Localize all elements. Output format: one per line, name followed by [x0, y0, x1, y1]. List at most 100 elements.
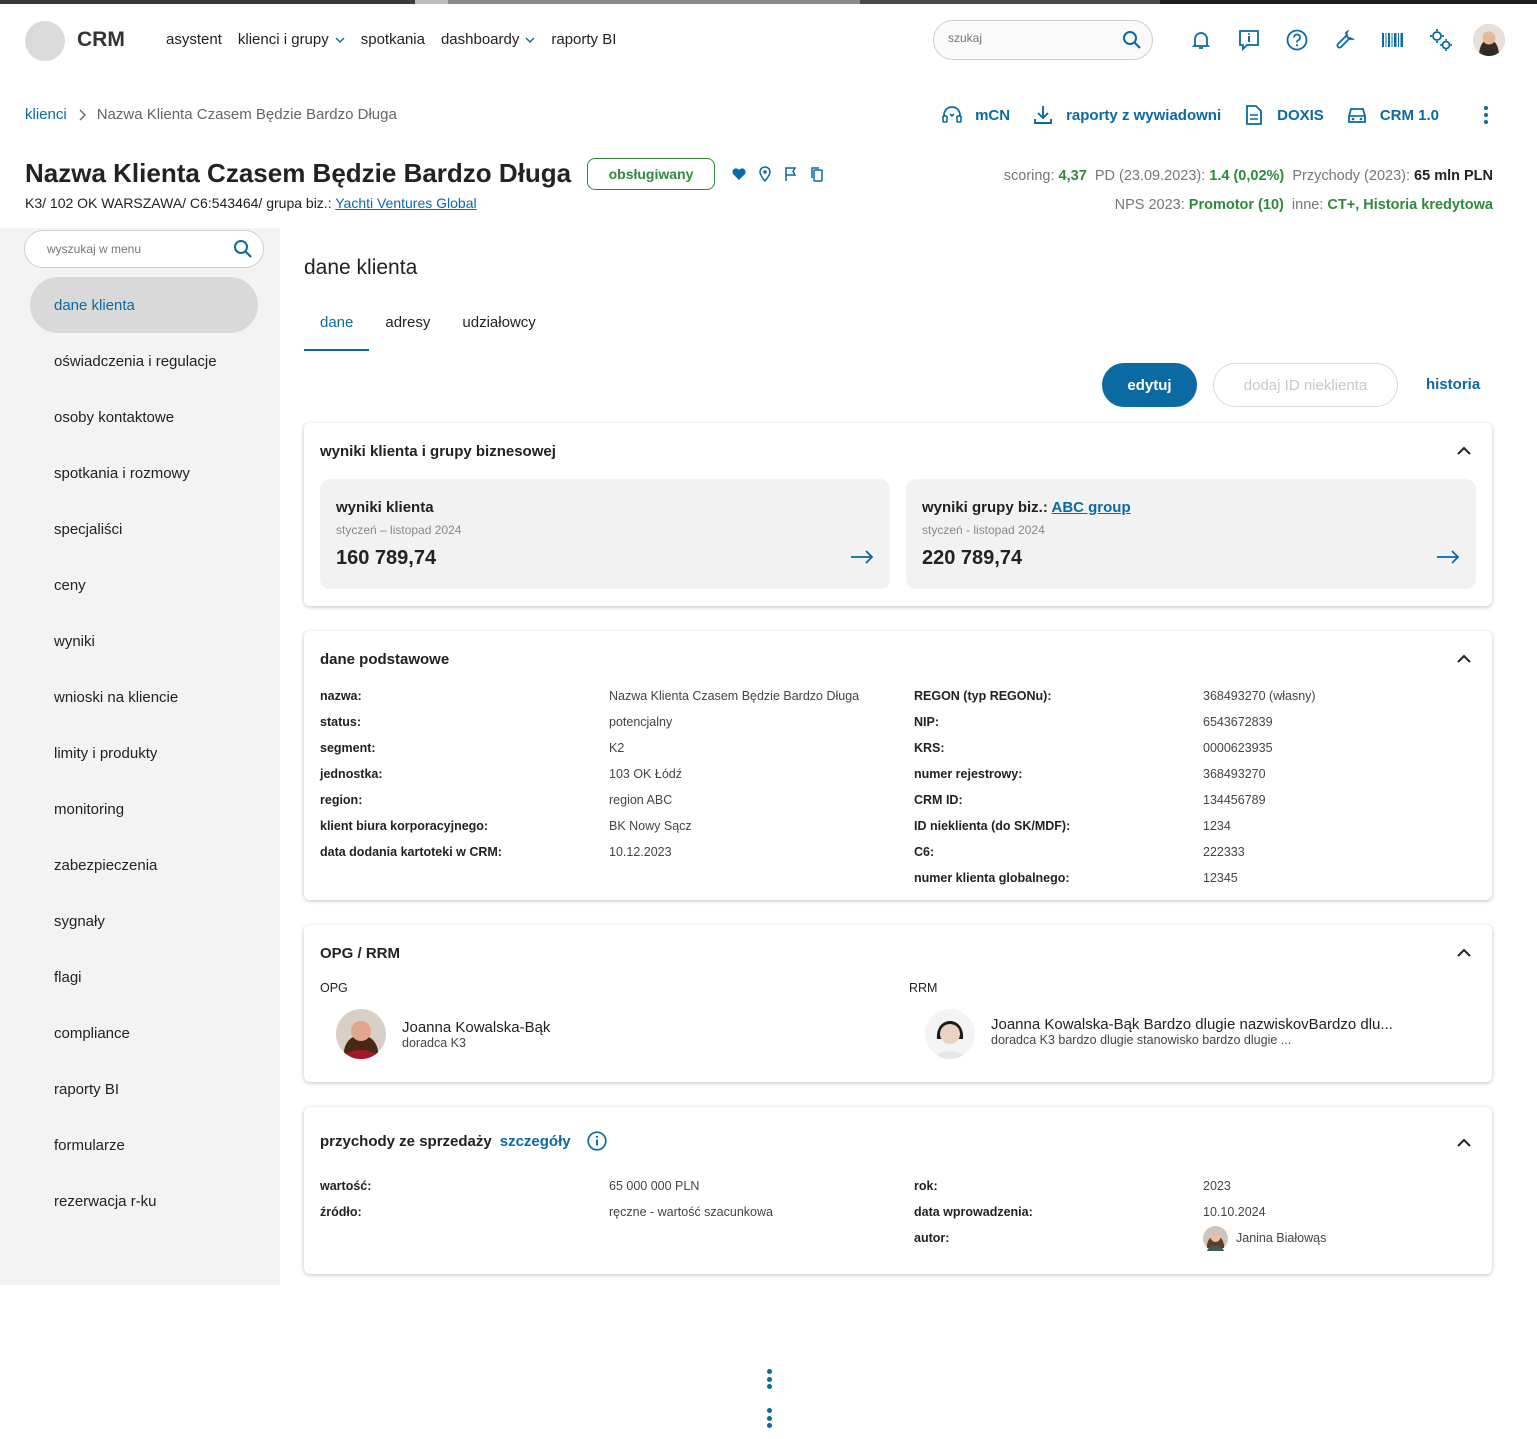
sidebar-item-monitoring[interactable]: monitoring	[30, 781, 258, 837]
search-icon[interactable]	[233, 239, 253, 259]
copy-icon[interactable]	[809, 166, 825, 182]
crm-1-action[interactable]: CRM 1.0	[1346, 104, 1439, 126]
other-value: CT+, Historia kredytowa	[1327, 197, 1493, 213]
bell-icon[interactable]	[1189, 28, 1213, 52]
user-avatar[interactable]	[1473, 24, 1505, 56]
breadcrumb-klienci-link[interactable]: klienci	[25, 106, 67, 123]
nav-raporty-bi[interactable]: raporty BI	[551, 31, 616, 48]
opg-label: OPG	[320, 981, 348, 995]
sidebar-item-sygnaly[interactable]: sygnały	[30, 893, 258, 949]
abc-group-link[interactable]: ABC group	[1051, 499, 1130, 516]
arrow-right-icon[interactable]	[1436, 549, 1460, 565]
more-vertical-icon[interactable]	[767, 1369, 773, 1392]
sidebar-item-limity[interactable]: limity i produkty	[30, 725, 258, 781]
tab-adresy[interactable]: adresy	[369, 306, 446, 351]
history-link[interactable]: historia	[1426, 376, 1480, 393]
more-vertical-icon[interactable]	[1475, 104, 1497, 126]
group-results-value: 220 789,74	[922, 547, 1023, 569]
logo-icon	[25, 21, 65, 61]
revenue-details-link[interactable]: szczegóły	[500, 1133, 571, 1150]
headset-icon	[942, 106, 962, 123]
rrm-name: Joanna Kowalska-Bąk Bardzo dlugie nazwis…	[991, 1015, 1393, 1033]
chevron-up-icon[interactable]	[1456, 1135, 1472, 1151]
edit-button[interactable]: edytuj	[1102, 363, 1197, 407]
client-results-value: 160 789,74	[336, 547, 437, 569]
sidebar-item-wnioski[interactable]: wnioski na kliencie	[30, 669, 258, 725]
sidebar-item-osoby-kontaktowe[interactable]: osoby kontaktowe	[30, 389, 258, 445]
info-icon[interactable]	[586, 1131, 607, 1151]
sidebar-item-spotkania[interactable]: spotkania i rozmowy	[30, 445, 258, 501]
chevron-down-icon	[335, 37, 345, 43]
nav-spotkania[interactable]: spotkania	[361, 31, 425, 48]
nav-asystent[interactable]: asystent	[166, 31, 222, 48]
sidebar-item-zabezpieczenia[interactable]: zabezpieczenia	[30, 837, 258, 893]
sidebar-item-oswiadczenia[interactable]: oświadczenia i regulacje	[30, 333, 258, 389]
breadcrumb-current: Nazwa Klienta Czasem Będzie Bardzo Długa	[96, 106, 397, 123]
add-nonclient-id-button[interactable]: dodaj ID nieklienta	[1213, 363, 1398, 407]
sidebar-item-ceny[interactable]: ceny	[30, 557, 258, 613]
chevron-up-icon[interactable]	[1456, 443, 1472, 459]
chevron-up-icon[interactable]	[1456, 651, 1472, 667]
client-name-title: Nazwa Klienta Czasem Będzie Bardzo Długa	[25, 158, 572, 188]
heart-icon[interactable]	[731, 166, 747, 182]
nav-klienci-i-grupy[interactable]: klienci i grupy	[238, 31, 345, 48]
rrm-avatar	[925, 1009, 975, 1059]
flag-icon[interactable]	[783, 166, 799, 182]
sidebar-item-formularze[interactable]: formularze	[30, 1117, 258, 1173]
page-title: dane klienta	[304, 256, 418, 279]
opg-role: doradca K3	[402, 1035, 466, 1050]
sidebar-search[interactable]	[24, 230, 264, 268]
pd-value: 1.4 (0,02%)	[1209, 168, 1285, 184]
basic-right-keys: REGON (typ REGONu): NIP: KRS: numer rejestr…	[914, 689, 1071, 885]
revenue-card: przychody ze sprzedaży szczegóły wartość…	[304, 1107, 1492, 1274]
sidebar-item-rezerwacja[interactable]: rezerwacja r-ku	[30, 1173, 258, 1229]
sidebar-item-wyniki[interactable]: wyniki	[30, 613, 258, 669]
opg-person[interactable]: Joanna Kowalska-Bąk doradca K3	[336, 1009, 550, 1059]
arrow-right-icon[interactable]	[850, 549, 874, 565]
sidebar-item-raporty-bi[interactable]: raporty BI	[30, 1061, 258, 1117]
mcn-action[interactable]: mCN	[941, 104, 1010, 126]
sidebar-item-dane-klienta[interactable]: dane klienta	[30, 277, 258, 333]
revenue-right-keys: rok: data wprowadzenia: autor:	[914, 1179, 1033, 1245]
sidebar-item-specjalisci[interactable]: specjaliści	[30, 501, 258, 557]
results-card-title: wyniki klienta i grupy biznesowej	[320, 443, 556, 460]
raporty-z-wywiadowni-action[interactable]: raporty z wywiadowni	[1032, 104, 1221, 126]
location-pin-icon[interactable]	[757, 166, 773, 182]
info-message-icon[interactable]	[1237, 28, 1261, 52]
global-search[interactable]	[933, 20, 1153, 60]
sidebar-item-compliance[interactable]: compliance	[30, 1005, 258, 1061]
tab-udzialowcy[interactable]: udziałowcy	[446, 306, 551, 351]
sidebar-search-input[interactable]	[47, 242, 217, 256]
app-logo-text: CRM	[77, 28, 125, 51]
barcode-icon[interactable]	[1381, 28, 1405, 52]
settings-icon[interactable]	[1429, 28, 1453, 52]
main-panel: dane klienta dane adresy udziałowcy edyt…	[280, 228, 1512, 1285]
rrm-label: RRM	[909, 981, 938, 995]
metrics-row-1: scoring: 4,37 PD (23.09.2023): 1.4 (0,02…	[1003, 168, 1493, 184]
doxis-action[interactable]: DOXIS	[1243, 104, 1324, 126]
chevron-down-icon	[525, 37, 535, 43]
nps-value: Promotor (10)	[1188, 197, 1284, 213]
sidebar-item-flagi[interactable]: flagi	[30, 949, 258, 1005]
rrm-person[interactable]: Joanna Kowalska-Bąk Bardzo dlugie nazwis…	[925, 1009, 1393, 1059]
search-icon[interactable]	[1122, 30, 1142, 50]
opg-avatar	[336, 1009, 386, 1059]
basic-data-card: dane podstawowe nazwa: status: segment: jed…	[304, 631, 1492, 900]
author-name: Janina Białowąs	[1236, 1231, 1327, 1245]
client-metrics: scoring: 4,37 PD (23.09.2023): 1.4 (0,02…	[1004, 162, 1493, 220]
search-input[interactable]	[948, 31, 1108, 45]
tab-dane[interactable]: dane	[304, 306, 370, 351]
revenue-left-keys: wartość: źródło:	[320, 1179, 372, 1219]
sidebar: dane klienta oświadczenia i regulacje os…	[0, 228, 280, 1285]
revenue-title: przychody ze sprzedaży	[320, 1132, 492, 1150]
more-vertical-icon[interactable]	[767, 1408, 773, 1431]
group-results-tile[interactable]: wyniki grupy biz.: ABC group styczeń - l…	[906, 479, 1476, 589]
nav-dashboardy[interactable]: dashboardy	[441, 31, 535, 48]
client-results-tile[interactable]: wyniki klienta styczeń – listopad 2024 1…	[320, 479, 890, 589]
wrench-icon[interactable]	[1333, 28, 1357, 52]
revenue-left-values: 65 000 000 PLN ręczne - wartość szacunkow…	[609, 1179, 773, 1219]
chevron-up-icon[interactable]	[1456, 945, 1472, 961]
opg-rrm-card: OPG / RRM OPG RRM Joanna Kowalska-Bąk do…	[304, 925, 1492, 1082]
help-icon[interactable]	[1285, 28, 1309, 52]
business-group-link[interactable]: Yachti Ventures Global	[335, 195, 476, 211]
